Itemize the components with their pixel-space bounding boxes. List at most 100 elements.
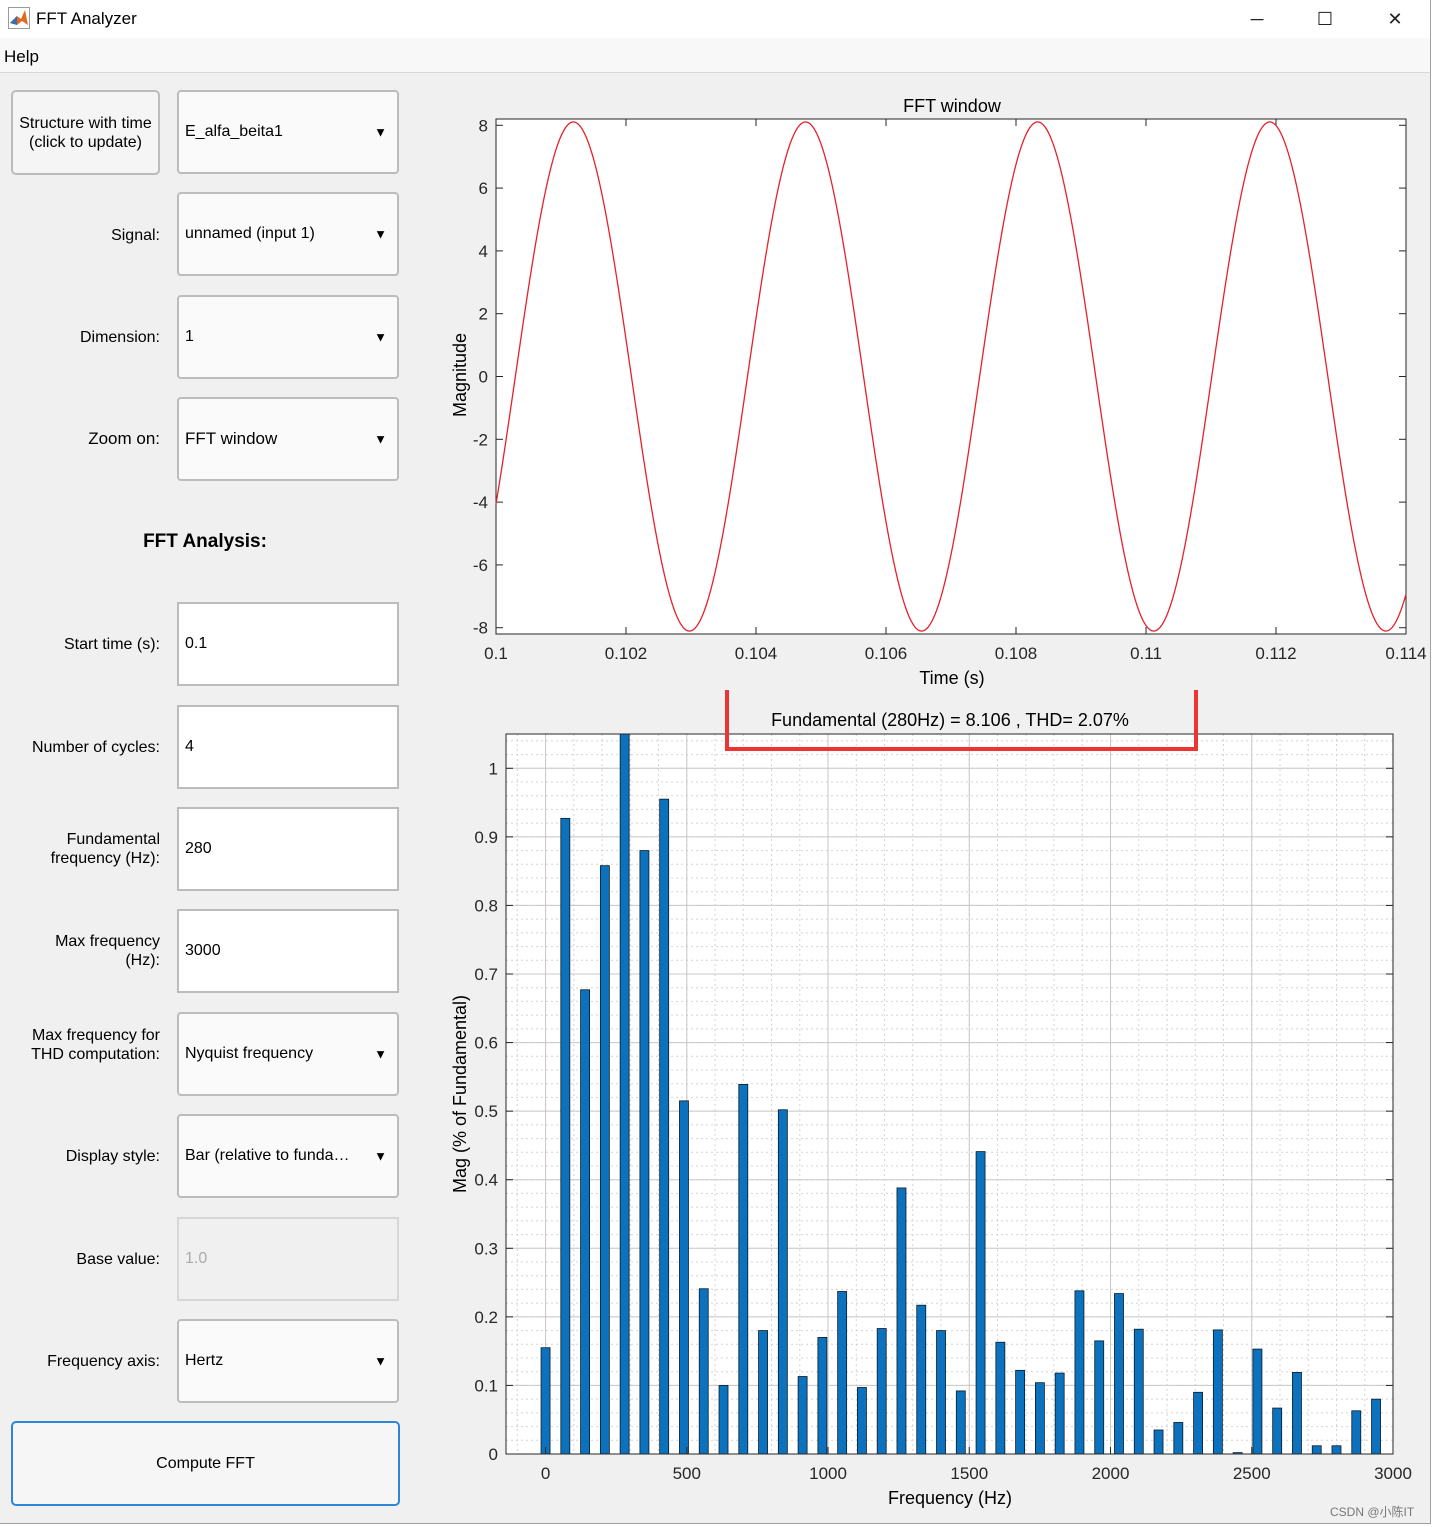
max-frequency-value: 3000	[185, 942, 221, 959]
spectrum-bar	[1193, 1391, 1203, 1455]
structure-button-label: Structure with time (click to update)	[19, 114, 152, 151]
zoom-dropdown[interactable]: FFT window ▼	[177, 397, 399, 481]
y-axis-label: Magnitude	[450, 333, 470, 417]
spectrum-bar	[1272, 1407, 1283, 1455]
base-value-label: Base value:	[76, 1251, 160, 1268]
structure-update-button[interactable]: Structure with time (click to update)	[11, 90, 160, 175]
spectrum-bar	[777, 1109, 788, 1455]
y-tick-label: 0.6	[474, 1034, 498, 1053]
y-tick-label: 0.2	[474, 1308, 498, 1327]
matlab-icon	[8, 7, 30, 29]
close-icon: ✕	[1387, 8, 1403, 29]
x-tick-label: 500	[673, 1464, 701, 1483]
structure-dropdown[interactable]: E_alfa_beita1 ▼	[177, 90, 399, 174]
maximize-button[interactable]: ☐	[1290, 0, 1360, 38]
frequency-axis-label: Frequency axis:	[47, 1353, 160, 1370]
spectrum-bar	[1292, 1372, 1302, 1455]
display-style-dropdown[interactable]: Bar (relative to fundamental) ▼	[177, 1114, 399, 1198]
x-axis-label: Frequency (Hz)	[888, 1488, 1012, 1508]
dimension-value: 1	[185, 328, 194, 345]
y-tick-label: 0	[479, 368, 488, 387]
y-tick-label: -4	[473, 493, 488, 512]
y-tick-label: 8	[479, 116, 488, 135]
time-signal-chart: FFT window 0.1 0.102 0.104 0.106 0.108 0.11 0.…	[450, 96, 1427, 688]
thd-max-frequency-label: Max frequency for THD computation:	[31, 1027, 160, 1063]
spectrum-bar	[1351, 1410, 1362, 1455]
x-tick-label: 1000	[809, 1464, 847, 1483]
chevron-down-icon: ▼	[374, 124, 387, 140]
start-time-value: 0.1	[185, 635, 208, 652]
spectrum-bar	[797, 1376, 808, 1455]
compute-fft-button[interactable]: Compute FFT	[11, 1421, 400, 1506]
spectrum-bar	[758, 1330, 768, 1455]
cycles-input[interactable]: 4	[177, 705, 399, 789]
x-tick-label: 0.106	[865, 644, 908, 663]
frequency-axis-dropdown[interactable]: Hertz ▼	[177, 1319, 399, 1403]
spectrum-bar	[1034, 1382, 1045, 1455]
spectrum-bar	[1133, 1328, 1144, 1455]
spectrum-bar	[1094, 1340, 1105, 1455]
x-tick-label: 0.1	[484, 644, 508, 663]
y-tick-label: -2	[473, 430, 488, 449]
spectrum-bar	[1015, 1369, 1026, 1455]
display-style-label: Display style:	[65, 1148, 160, 1165]
chevron-down-icon: ▼	[374, 431, 387, 447]
x-tick-label: 0.102	[605, 644, 648, 663]
x-tick-label: 0.108	[995, 644, 1038, 663]
y-tick-label: 0.4	[474, 1171, 498, 1190]
chevron-down-icon: ▼	[374, 1353, 387, 1369]
title-bar: FFT Analyzer ─ ☐ ✕	[0, 0, 1430, 38]
spectrum-bar	[580, 989, 590, 1455]
spectrum-bar	[936, 1330, 946, 1455]
y-tick-label: 0.7	[474, 965, 498, 984]
spectrum-bar	[619, 733, 630, 1455]
maximize-icon: ☐	[1316, 8, 1334, 29]
spectrum-bar	[639, 850, 650, 1455]
x-tick-label: 0.104	[735, 644, 778, 663]
dimension-dropdown[interactable]: 1 ▼	[177, 295, 399, 379]
spectrum-chart: 0 500 1000 1500 2000 2500 3000 0 0.1 0.2 0.3 0.4 0.…	[450, 690, 1412, 1508]
signal-label: Signal:	[111, 227, 160, 244]
frequency-axis-value: Hertz	[185, 1352, 224, 1369]
display-style-value: Bar (relative to fundamental)	[185, 1147, 357, 1164]
fundamental-input[interactable]: 280	[177, 807, 399, 891]
spectrum-bar	[955, 1390, 966, 1455]
watermark: CSDN @小陈IT	[1330, 1505, 1415, 1519]
start-time-input[interactable]: 0.1	[177, 602, 399, 686]
zoom-value: FFT window	[185, 429, 278, 448]
max-frequency-input[interactable]: 3000	[177, 909, 399, 993]
menu-bar: Help	[0, 38, 1430, 73]
spectrum-bar	[916, 1304, 927, 1455]
spectrum-bar	[738, 1083, 749, 1455]
x-tick-label: 0	[541, 1464, 550, 1483]
thd-frequency-dropdown[interactable]: Nyquist frequency ▼	[177, 1012, 399, 1096]
background-strip	[1431, 0, 1436, 1527]
thd-frequency-value: Nyquist frequency	[185, 1045, 314, 1062]
minimize-button[interactable]: ─	[1222, 0, 1292, 38]
max-frequency-label: Max frequency (Hz):	[55, 933, 160, 969]
spectrum-bar	[1153, 1429, 1164, 1455]
fft-analyzer-window: FFT Analyzer ─ ☐ ✕ Help Structure with t…	[0, 0, 1431, 1524]
x-tick-label: 2000	[1092, 1464, 1130, 1483]
y-tick-label: 1	[489, 759, 498, 778]
minimize-icon: ─	[1250, 8, 1264, 29]
spectrum-bar	[857, 1387, 867, 1455]
zoom-label: Zoom on:	[88, 429, 160, 448]
spectrum-bar	[1074, 1290, 1085, 1455]
menu-help[interactable]: Help	[4, 47, 39, 67]
spectrum-bar	[698, 1288, 709, 1455]
y-axis-label: Mag (% of Fundamental)	[450, 995, 470, 1193]
y-tick-label: 0.1	[474, 1376, 498, 1395]
close-button[interactable]: ✕	[1360, 0, 1430, 38]
y-tick-label: 4	[479, 242, 488, 261]
spectrum-bar	[718, 1385, 729, 1455]
dimension-label: Dimension:	[79, 329, 160, 346]
spectrum-bar	[679, 1100, 689, 1455]
cycles-value: 4	[185, 738, 194, 755]
y-tick-label: 0.8	[474, 896, 498, 915]
plot-area	[506, 734, 1393, 1454]
structure-value: E_alfa_beita1	[185, 123, 283, 140]
signal-dropdown[interactable]: unnamed (input 1) ▼	[177, 192, 399, 276]
y-tick-label: 6	[479, 179, 488, 198]
fft-analysis-heading: FFT Analysis:	[143, 531, 267, 552]
